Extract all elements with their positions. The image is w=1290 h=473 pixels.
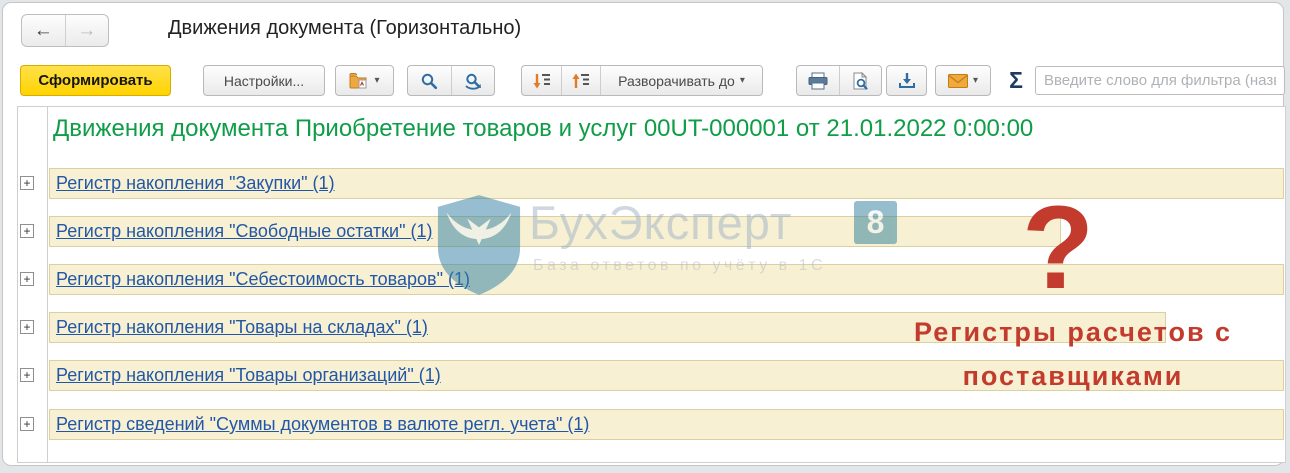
register-link[interactable]: Регистр накопления "Товары на складах" (… — [50, 317, 428, 338]
collapse-up-icon — [571, 72, 591, 90]
gutter-divider — [47, 106, 48, 463]
search-button[interactable] — [408, 66, 451, 95]
search-icon — [420, 72, 438, 90]
download-icon — [898, 72, 916, 89]
expand-toggle[interactable]: + — [20, 368, 34, 382]
annotation-line2: поставщиками — [962, 361, 1184, 391]
sum-sigma-button[interactable]: Σ — [1002, 65, 1030, 96]
back-button[interactable]: ← — [22, 15, 65, 46]
window-title: Движения документа (Горизонтально) — [168, 17, 522, 39]
settings-button[interactable]: Настройки... — [203, 65, 325, 96]
expand-toggle[interactable]: + — [20, 272, 34, 286]
generate-button[interactable]: Сформировать — [20, 65, 171, 96]
print-preview-button[interactable] — [838, 66, 881, 95]
folder-copy-icon — [349, 72, 369, 89]
search-next-icon — [463, 72, 483, 90]
nav-history-group: ← → — [21, 14, 109, 47]
expand-toggle[interactable]: + — [20, 417, 34, 431]
chevron-down-icon: ▾ — [739, 75, 745, 86]
register-row: Регистр накопления "Свободные остатки" (… — [49, 216, 1061, 247]
print-preview-icon — [851, 71, 869, 90]
search-next-button[interactable] — [450, 66, 494, 95]
expand-group: Разворачивать до ▾ — [521, 65, 763, 96]
back-arrow-icon: ← — [33, 19, 53, 41]
expand-toggle[interactable]: + — [20, 320, 34, 334]
expand-to-label: Разворачивать до — [618, 72, 735, 89]
app-window: ← → Движения документа (Горизонтально) С… — [2, 2, 1286, 466]
register-link[interactable]: Регистр накопления "Товары организаций" … — [50, 365, 441, 386]
expand-toggle[interactable]: + — [20, 176, 34, 190]
print-group — [796, 65, 882, 96]
annotation-text: Регистры расчетов с поставщиками — [863, 310, 1283, 398]
forward-button[interactable]: → — [64, 15, 109, 46]
save-report-button[interactable] — [886, 65, 927, 96]
printer-icon — [808, 72, 828, 90]
expand-down-icon — [532, 72, 552, 90]
print-button[interactable] — [797, 66, 839, 95]
search-group — [407, 65, 495, 96]
annotation-line1: Регистры расчетов с — [913, 317, 1233, 347]
send-email-button[interactable]: ▾ — [935, 65, 991, 96]
filter-input[interactable] — [1035, 66, 1285, 95]
expand-all-button[interactable] — [522, 66, 561, 95]
report-title: Движения документа Приобретение товаров … — [53, 115, 1034, 142]
expand-toggle[interactable]: + — [20, 224, 34, 238]
collapse-all-button[interactable] — [561, 66, 600, 95]
envelope-icon — [947, 73, 968, 88]
expand-to-button[interactable]: Разворачивать до ▾ — [600, 66, 762, 95]
register-link[interactable]: Регистр накопления "Закупки" (1) — [50, 173, 335, 194]
register-row: Регистр сведений "Суммы документов в вал… — [49, 409, 1284, 440]
register-link[interactable]: Регистр сведений "Суммы документов в вал… — [50, 414, 589, 435]
chevron-down-icon: ▾ — [374, 75, 380, 86]
chevron-down-icon: ▾ — [972, 75, 979, 86]
register-link[interactable]: Регистр накопления "Себестоимость товаро… — [50, 269, 470, 290]
report-variants-button[interactable]: ▾ — [335, 65, 394, 96]
forward-arrow-icon: → — [77, 19, 97, 41]
annotation-question-mark: ? — [1021, 182, 1095, 314]
register-link[interactable]: Регистр накопления "Свободные остатки" (… — [50, 221, 432, 242]
